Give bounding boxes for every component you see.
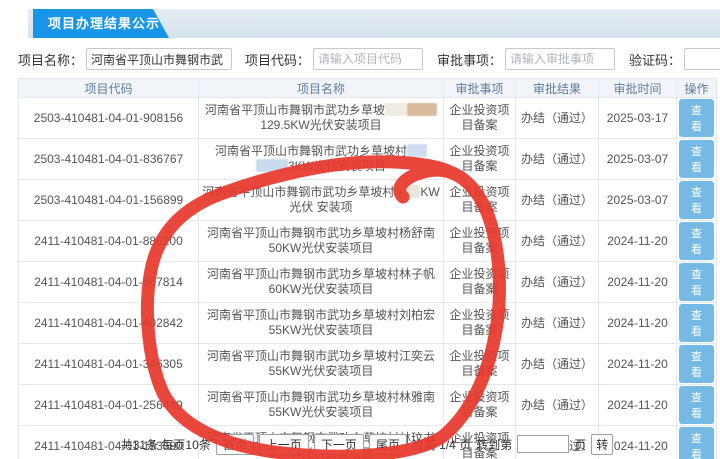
table-row: 2411-410481-04-01-886200 河南省平顶山市舞钢市武功乡草坡…	[18, 220, 717, 262]
search-bar: 项目名称： 项目代码： 审批事项： 验证码： 查询	[18, 47, 720, 71]
first-page-button[interactable]: 首页	[215, 433, 254, 455]
approval-matter-input[interactable]	[505, 48, 616, 70]
project-name: 河南省平顶山市舞钢市武功乡草坡村3KW光伏安装项目	[198, 138, 444, 180]
table-row: 2503-410481-04-01-836767 河南省平顶山市舞钢市武功乡草坡…	[18, 138, 717, 180]
col-approval-matter: 审批事项	[443, 78, 516, 98]
col-operation: 操作	[676, 78, 717, 98]
redaction-blur	[385, 103, 407, 116]
approval-result: 办结（通过）	[515, 343, 599, 385]
approval-matter: 企业投资项目备案	[443, 384, 516, 426]
project-name-group: 项目名称：	[18, 48, 233, 70]
project-code-input[interactable]	[313, 48, 424, 70]
redaction-blur	[394, 185, 421, 198]
page-title: 项目办理结果公示	[48, 16, 161, 31]
approval-matter-label: 审批事项：	[437, 52, 503, 68]
last-page-button[interactable]: 尾页	[368, 433, 407, 455]
results-table: 项目代码 项目名称 审批事项 审批结果 审批时间 操作 2503-410481-…	[18, 78, 717, 459]
redaction-blur	[407, 144, 427, 157]
project-name: 河南省平顶山市舞钢市武功乡草坡村林雅南55KW光伏安装项目	[198, 384, 444, 426]
pagination-current: 当前 1/4 页	[411, 437, 472, 452]
project-name-input[interactable]	[86, 48, 233, 70]
project-name: 河南省平顶山市舞钢市武功乡草坡村 KW光伏 安装项	[198, 179, 444, 221]
project-name: 河南省平顶山市舞钢市武功乡草坡村刘柏宏55KW光伏安装项目	[198, 302, 444, 344]
page-title-tab: 项目办理结果公示	[33, 9, 169, 38]
col-project-name: 项目名称	[198, 78, 444, 98]
approval-matter-group: 审批事项：	[437, 48, 616, 70]
project-name-label: 项目名称：	[18, 52, 84, 68]
approval-time: 2024-11-20	[598, 384, 677, 426]
project-code: 2411-410481-04-01-256449	[18, 384, 199, 426]
approval-time: 2024-11-20	[598, 261, 677, 303]
view-button[interactable]: 查看	[679, 222, 714, 260]
captcha-input[interactable]	[684, 48, 720, 70]
approval-matter: 企业投资项目备案	[443, 343, 516, 385]
project-code: 2411-410481-04-01-667814	[18, 261, 199, 303]
project-code: 2503-410481-04-01-156899	[18, 179, 199, 221]
view-button[interactable]: 查看	[679, 345, 714, 383]
project-code-group: 项目代码：	[245, 48, 424, 70]
project-code: 2503-410481-04-01-836767	[18, 138, 199, 180]
project-name: 河南省平顶山市舞钢市武功乡草坡村杨舒南50KW光伏安装项目	[198, 220, 444, 262]
view-button[interactable]: 查看	[679, 304, 714, 342]
approval-result: 办结（通过）	[515, 261, 599, 303]
approval-result: 办结（通过）	[515, 97, 599, 139]
col-project-code: 项目代码	[18, 78, 199, 98]
approval-matter: 企业投资项目备案	[443, 138, 516, 180]
project-name: 河南省平顶山市舞钢市武功乡草坡129.5KW光伏安装项目	[198, 97, 444, 139]
next-page-button[interactable]: 下一页	[313, 433, 364, 455]
approval-result: 办结（通过）	[515, 220, 599, 262]
approval-time: 2024-11-20	[598, 343, 677, 385]
goto-page-button[interactable]: 转	[591, 433, 614, 455]
captcha-group: 验证码：	[629, 48, 720, 70]
results-table-body: 2503-410481-04-01-908156 河南省平顶山市舞钢市武功乡草坡…	[18, 97, 717, 459]
view-button[interactable]: 查看	[679, 99, 714, 137]
approval-result: 办结（通过）	[515, 384, 599, 426]
table-row: 2411-410481-04-01-402842 河南省平顶山市舞钢市武功乡草坡…	[18, 302, 717, 344]
redaction-blur	[407, 103, 437, 116]
approval-matter: 企业投资项目备案	[443, 179, 516, 221]
approval-time: 2025-03-17	[598, 97, 677, 139]
prev-page-button[interactable]: 上一页	[258, 433, 309, 455]
project-name: 河南省平顶山市舞钢市武功乡草坡村江奕云55KW光伏安装项目	[198, 343, 444, 385]
view-button[interactable]: 查看	[679, 263, 714, 301]
view-button[interactable]: 查看	[679, 386, 714, 424]
header-band: 项目办理结果公示	[28, 9, 720, 38]
results-table-header: 项目代码 项目名称 审批事项 审批结果 审批时间 操作	[18, 78, 717, 98]
table-row: 2411-410481-04-01-667814 河南省平顶山市舞钢市武功乡草坡…	[18, 261, 717, 303]
view-button[interactable]: 查看	[679, 181, 714, 219]
approval-matter: 企业投资项目备案	[443, 302, 516, 344]
pagination-total: 共31条 每页10条	[120, 437, 211, 452]
goto-page-input[interactable]	[517, 435, 570, 453]
project-code: 2411-410481-04-01-346305	[18, 343, 199, 385]
approval-result: 办结（通过）	[515, 138, 599, 180]
project-code-label: 项目代码：	[245, 52, 311, 68]
table-row: 2503-410481-04-01-156899 河南省平顶山市舞钢市武功乡草坡…	[18, 179, 717, 221]
approval-result: 办结（通过）	[515, 302, 599, 344]
approval-time: 2024-11-20	[598, 220, 677, 262]
approval-matter: 企业投资项目备案	[443, 261, 516, 303]
redaction-blur	[255, 159, 288, 172]
pagination: 共31条 每页10条 首页 上一页 下一页 尾页 当前 1/4 页 转到第 页 …	[18, 433, 716, 455]
view-button[interactable]: 查看	[679, 140, 714, 178]
table-row: 2411-410481-04-01-346305 河南省平顶山市舞钢市武功乡草坡…	[18, 343, 717, 385]
col-approval-result: 审批结果	[515, 78, 599, 98]
project-code: 2411-410481-04-01-886200	[18, 220, 199, 262]
project-code: 2503-410481-04-01-908156	[18, 97, 199, 139]
col-approval-time: 审批时间	[598, 78, 677, 98]
approval-time: 2025-03-07	[598, 138, 677, 180]
approval-time: 2024-11-20	[598, 302, 677, 344]
goto-page-suffix: 页	[574, 437, 587, 452]
project-code: 2411-410481-04-01-402842	[18, 302, 199, 344]
goto-page-prefix: 转到第	[476, 437, 513, 452]
captcha-label: 验证码：	[629, 52, 682, 68]
approval-matter: 企业投资项目备案	[443, 220, 516, 262]
table-row: 2411-410481-04-01-256449 河南省平顶山市舞钢市武功乡草坡…	[18, 384, 717, 426]
page: 项目办理结果公示 项目名称： 项目代码： 审批事项： 验证码： 查询 项目代码	[0, 0, 720, 459]
project-name: 河南省平顶山市舞钢市武功乡草坡村林子帆60KW光伏安装项目	[198, 261, 444, 303]
approval-matter: 企业投资项目备案	[443, 97, 516, 139]
approval-result: 办结（通过）	[515, 179, 599, 221]
table-row: 2503-410481-04-01-908156 河南省平顶山市舞钢市武功乡草坡…	[18, 97, 717, 139]
approval-time: 2025-03-07	[598, 179, 677, 221]
